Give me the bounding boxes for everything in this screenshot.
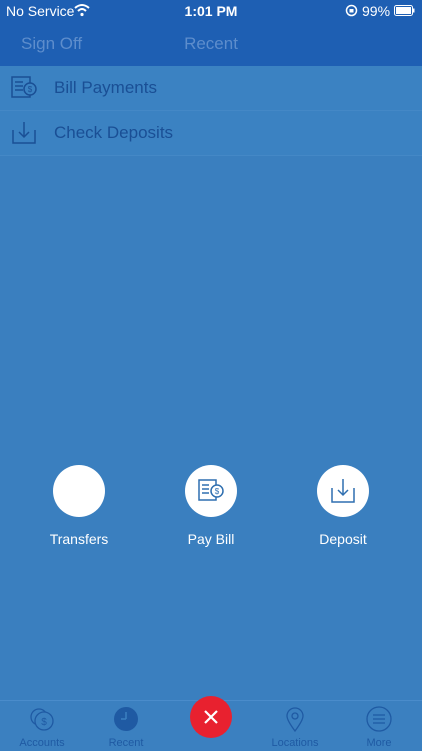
tab-label: More [366,737,392,749]
tab-locations[interactable]: Locations [253,701,337,751]
pay-bill-action[interactable]: $ Pay Bill [151,465,271,547]
download-tray-icon [331,479,355,503]
close-icon [204,710,218,724]
tab-label: Recent [108,737,144,749]
map-pin-icon [286,707,304,732]
transfers-action[interactable]: Transfers [19,465,139,547]
rotation-lock-icon [345,4,358,17]
deposit-label: Deposit [319,531,367,547]
page-title: Recent [184,34,238,53]
transfers-label: Transfers [49,531,109,547]
bill-icon: $ [11,76,37,98]
tab-recent[interactable]: Recent [84,701,168,751]
transfers-button[interactable] [53,465,105,517]
deposit-button[interactable] [317,465,369,517]
svg-text:$: $ [28,85,33,94]
menu-item-label: Bill Payments [54,78,157,97]
svg-text:$: $ [41,717,47,728]
svg-text:$: $ [215,487,220,496]
battery-percent: 99% [362,3,391,19]
battery-icon [394,5,415,16]
tab-accounts[interactable]: $ Accounts [0,701,84,751]
menu-item-check-deposits[interactable]: Check Deposits [0,111,422,156]
download-tray-icon [12,122,36,144]
pay-bill-label: Pay Bill [187,531,235,547]
tab-label: Locations [271,737,319,749]
tab-more[interactable]: More [337,701,421,751]
status-bar: No Service 1:01 PM 99% [0,0,422,22]
tab-label: Accounts [19,737,65,749]
accounts-icon: $ [30,708,54,731]
pay-bill-button[interactable]: $ [185,465,237,517]
recent-menu-list: $ Bill Payments Check Deposits [0,66,422,156]
deposit-action[interactable]: Deposit [283,465,403,547]
bill-icon: $ [198,479,224,501]
nav-bar: Sign Off Recent [0,22,422,66]
menu-item-bill-payments[interactable]: $ Bill Payments [0,66,422,111]
menu-icon [366,706,392,732]
menu-item-label: Check Deposits [54,123,174,142]
status-time: 1:01 PM [184,3,238,19]
close-button[interactable] [190,696,232,738]
clock-icon [114,707,138,731]
